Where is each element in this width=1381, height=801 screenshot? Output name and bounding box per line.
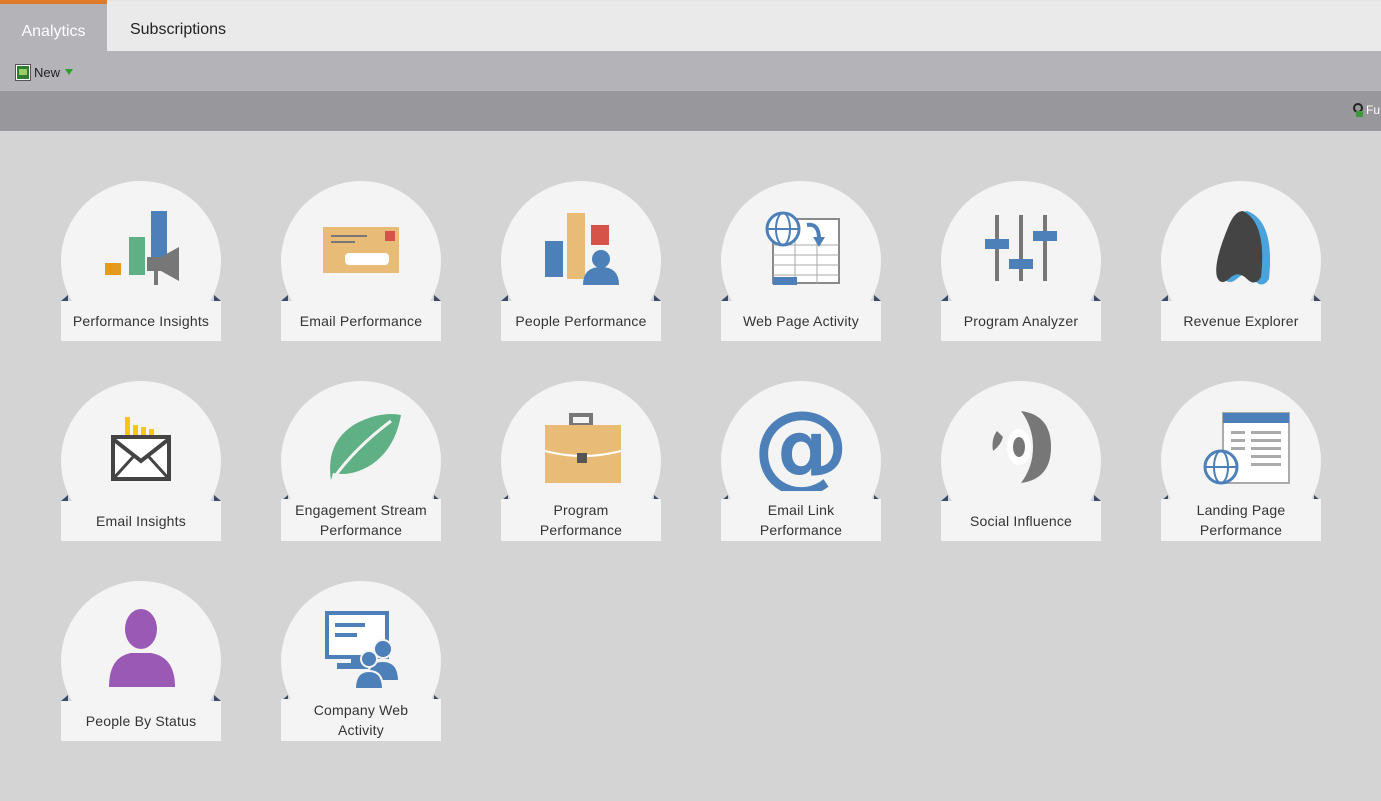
email-insights-icon: [91, 401, 191, 491]
tile-label: Program Performance: [501, 499, 661, 541]
full-screen-button[interactable]: Fu: [1351, 103, 1381, 117]
sub-toolbar: Fu: [0, 91, 1381, 131]
new-document-icon: [16, 64, 30, 80]
tile-landing-page-performance[interactable]: Landing Page Performance: [1161, 381, 1321, 541]
tile-engagement-stream-performance[interactable]: Engagement Stream Performance: [281, 381, 441, 541]
company-web-activity-icon: [311, 601, 411, 691]
social-influence-icon: [971, 401, 1071, 491]
tile-social-influence[interactable]: Social Influence: [941, 381, 1101, 541]
tab-subscriptions[interactable]: Subscriptions: [110, 2, 246, 51]
web-page-activity-icon: [751, 201, 851, 291]
new-button-label: New: [34, 64, 61, 80]
tile-email-link-performance[interactable]: @ Email Link Performance: [721, 381, 881, 541]
tile-label: Company Web Activity: [281, 699, 441, 741]
tile-web-page-activity[interactable]: Web Page Activity: [721, 181, 881, 341]
tile-label: Email Insights: [61, 501, 221, 541]
leaf-icon: [311, 401, 411, 491]
landing-page-icon: [1191, 401, 1291, 491]
person-silhouette-icon: [91, 601, 191, 691]
sliders-icon: [971, 201, 1071, 291]
svg-text:@: @: [753, 401, 849, 491]
tile-label: Email Link Performance: [721, 499, 881, 541]
tile-label: Email Performance: [281, 301, 441, 341]
tile-label: Revenue Explorer: [1161, 301, 1321, 341]
tile-label: Social Influence: [941, 501, 1101, 541]
tab-bar: Analytics Subscriptions: [0, 0, 1381, 53]
tile-label: Program Analyzer: [941, 301, 1101, 341]
people-performance-icon: [531, 201, 631, 291]
tile-program-performance[interactable]: Program Performance: [501, 381, 661, 541]
tile-revenue-explorer[interactable]: Revenue Explorer: [1161, 181, 1321, 341]
tile-people-performance[interactable]: People Performance: [501, 181, 661, 341]
briefcase-icon: [531, 401, 631, 491]
tile-program-analyzer[interactable]: Program Analyzer: [941, 181, 1101, 341]
full-screen-label: Fu: [1366, 103, 1381, 117]
key-icon: [1351, 103, 1363, 117]
tile-email-performance[interactable]: Email Performance: [281, 181, 441, 341]
toolbar: New: [0, 51, 1381, 91]
new-button[interactable]: New: [16, 63, 74, 81]
at-sign-icon: @: [751, 390, 851, 502]
performance-insights-icon: [91, 201, 191, 291]
dropdown-caret-icon: [65, 69, 74, 75]
tile-label: Web Page Activity: [721, 301, 881, 341]
tile-label: Engagement Stream Performance: [281, 499, 441, 541]
tile-people-by-status[interactable]: People By Status: [61, 581, 221, 741]
revenue-explorer-icon: [1191, 201, 1291, 291]
tile-performance-insights[interactable]: Performance Insights: [61, 181, 221, 341]
tile-email-insights[interactable]: Email Insights: [61, 381, 221, 541]
tile-label: Landing Page Performance: [1161, 499, 1321, 541]
tab-analytics[interactable]: Analytics: [0, 0, 107, 53]
tile-label: Performance Insights: [61, 301, 221, 341]
tile-label: People Performance: [501, 301, 661, 341]
tile-label: People By Status: [61, 701, 221, 741]
email-envelope-icon: [311, 201, 411, 291]
tile-company-web-activity[interactable]: Company Web Activity: [281, 581, 441, 741]
